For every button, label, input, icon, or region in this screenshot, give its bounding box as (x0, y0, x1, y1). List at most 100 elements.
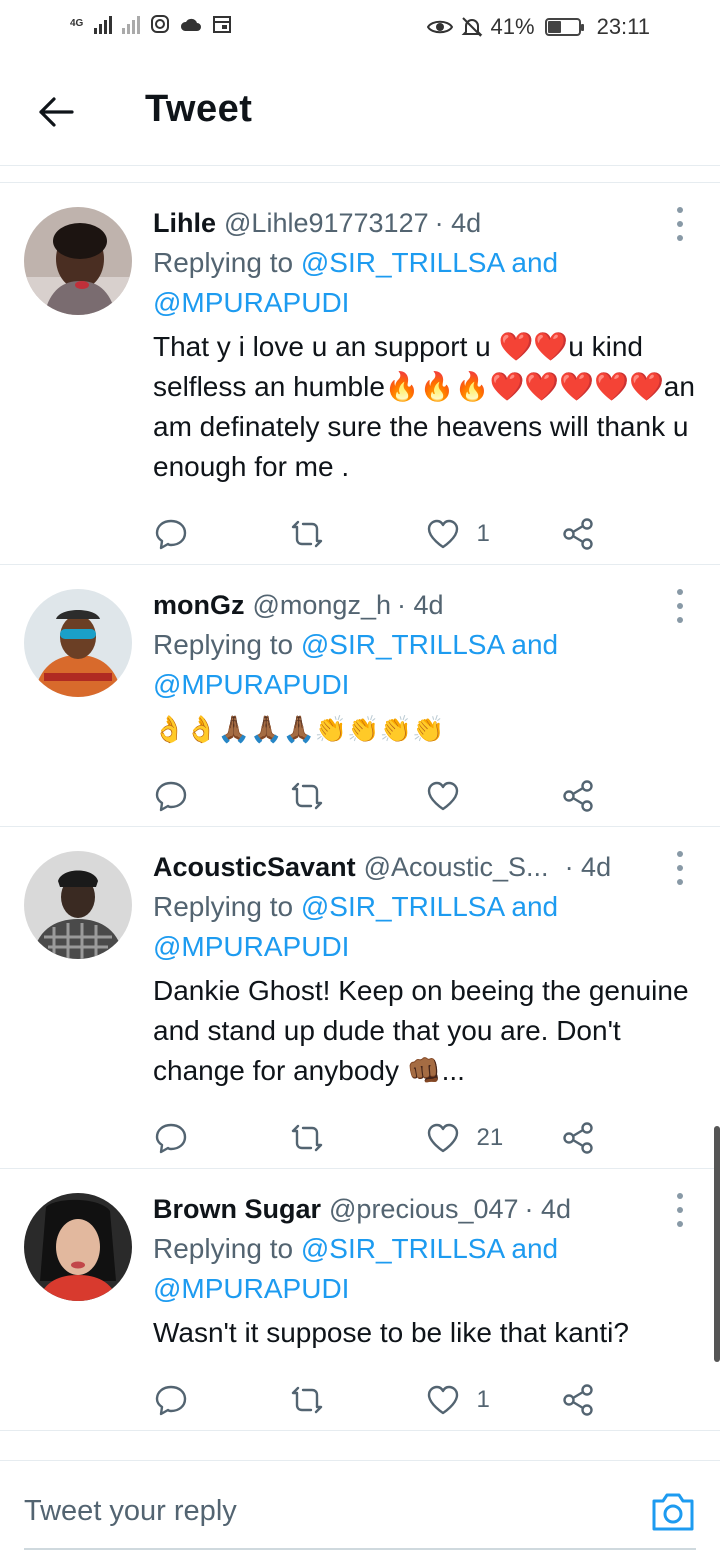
share-icon (563, 1122, 593, 1154)
heart-icon (427, 781, 458, 811)
timestamp: · 4d (434, 208, 482, 238)
clock: 23:11 (596, 14, 650, 39)
comment-icon (155, 1385, 187, 1416)
comment-icon (155, 1123, 187, 1154)
tweet[interactable]: Lihle @Lihle91773127 · 4d Replying to @S… (0, 183, 720, 565)
timestamp: · 4d (524, 1194, 572, 1224)
display-name[interactable]: monGz (153, 585, 245, 625)
tweet-text: 👌👌🙏🏾🙏🏾🙏🏾👏👏👏👏 (153, 714, 445, 744)
replying-to: Replying to @SIR_TRILLSA and @MPURAPUDI (153, 629, 559, 700)
tweet-header: AcousticSavant @Acoustic_S... · 4d (153, 847, 635, 887)
reply-input[interactable] (24, 1461, 624, 1560)
heart-icon (427, 1123, 458, 1153)
scrollbar[interactable] (714, 1126, 720, 1362)
tweet-text: Dankie Ghost! Keep on beeing the genuine… (153, 975, 689, 1086)
tweet-text: That y i love u an support u ❤️❤️u kind … (153, 331, 695, 482)
mention-link[interactable]: @MPURAPUDI (153, 669, 349, 700)
like-count: 1 (476, 520, 490, 547)
username[interactable]: @Acoustic_S... (364, 847, 549, 887)
camera-icon (652, 1493, 694, 1531)
reply-composer (0, 1460, 720, 1560)
tweet-actions (153, 755, 696, 837)
username[interactable]: @mongz_h (253, 585, 391, 625)
reply-button[interactable] (153, 516, 289, 552)
like-button[interactable]: 21 (425, 1120, 561, 1156)
share-icon (563, 1384, 593, 1416)
more-vertical-icon[interactable] (670, 207, 690, 241)
share-button[interactable] (560, 1382, 696, 1418)
avatar[interactable] (24, 1193, 132, 1301)
like-count: 21 (476, 1124, 504, 1151)
battery-percent: 41% (490, 14, 535, 39)
avatar[interactable] (24, 589, 132, 697)
share-button[interactable] (560, 516, 696, 552)
tweet-actions: 1 (153, 1359, 696, 1441)
mute-bell-icon (461, 17, 482, 37)
tweet[interactable]: monGz @mongz_h · 4d Replying to @SIR_TRI… (0, 565, 720, 827)
retweet-icon (291, 1124, 322, 1152)
instagram-icon (151, 15, 170, 33)
like-button[interactable]: 1 (425, 1382, 561, 1418)
arrow-left-icon (39, 97, 74, 127)
reply-button[interactable] (153, 1120, 289, 1156)
tweet[interactable]: AcousticSavant @Acoustic_S... · 4d Reply… (0, 827, 720, 1169)
retweet-icon (291, 520, 322, 548)
mention-link[interactable]: @SIR_TRILLSA (301, 1233, 504, 1264)
retweet-button[interactable] (289, 778, 425, 814)
display-name[interactable]: AcousticSavant (153, 847, 356, 887)
tweet-actions: 1 (153, 493, 696, 575)
mention-link[interactable]: @SIR_TRILLSA (301, 629, 504, 660)
mention-link[interactable]: @MPURAPUDI (153, 931, 349, 962)
avatar[interactable] (24, 851, 132, 959)
status-right: 41% 23:11 (426, 14, 650, 40)
signal-icon-sim2 (122, 14, 141, 34)
retweet-icon (291, 1386, 322, 1414)
display-name[interactable]: Brown Sugar (153, 1189, 321, 1229)
retweet-icon (291, 782, 322, 810)
share-button[interactable] (560, 1120, 696, 1156)
tweet-header: Brown Sugar @precious_047 · 4d (153, 1189, 696, 1229)
more-vertical-icon[interactable] (670, 851, 690, 885)
share-icon (563, 518, 593, 550)
like-button[interactable]: 1 (425, 516, 561, 552)
heart-icon (427, 1385, 458, 1415)
back-button[interactable] (34, 90, 78, 134)
replying-to: Replying to @SIR_TRILLSA and @MPURAPUDI (153, 1233, 559, 1304)
tweet-actions: 21 (153, 1097, 696, 1179)
mention-link[interactable]: @MPURAPUDI (153, 287, 349, 318)
like-button[interactable] (425, 778, 561, 814)
replying-to: Replying to @SIR_TRILLSA and @MPURAPUDI (153, 247, 559, 318)
network-type: 4G (70, 18, 84, 29)
mention-link[interactable]: @SIR_TRILLSA (301, 247, 504, 278)
status-bar: 4G 41% 23:11 (0, 0, 720, 56)
mention-link[interactable]: @SIR_TRILLSA (301, 891, 504, 922)
signal-icon (94, 14, 113, 34)
mention-link[interactable]: @MPURAPUDI (153, 1273, 349, 1304)
timestamp: · 4d (564, 852, 612, 882)
display-name[interactable]: Lihle (153, 203, 216, 243)
username[interactable]: @precious_047 (329, 1189, 519, 1229)
avatar[interactable] (24, 207, 132, 315)
more-vertical-icon[interactable] (670, 1193, 690, 1227)
more-vertical-icon[interactable] (670, 589, 690, 623)
cloud-icon (181, 18, 202, 31)
eye-icon (426, 20, 453, 34)
username[interactable]: @Lihle91773127 (224, 203, 429, 243)
share-button[interactable] (560, 778, 696, 814)
retweet-button[interactable] (289, 1382, 425, 1418)
page-title: Tweet (145, 88, 253, 130)
replying-to: Replying to @SIR_TRILLSA and @MPURAPUDI (153, 891, 559, 962)
tweet-header: monGz @mongz_h · 4d (153, 585, 696, 625)
comment-icon (155, 781, 187, 812)
like-count: 1 (476, 1386, 490, 1413)
battery-icon (544, 18, 584, 36)
tweet[interactable]: Brown Sugar @precious_047 · 4d Replying … (0, 1169, 720, 1431)
reply-list: Lihle @Lihle91773127 · 4d Replying to @S… (0, 182, 720, 1431)
tweet-header: Lihle @Lihle91773127 · 4d (153, 203, 696, 243)
reply-button[interactable] (153, 778, 289, 814)
reply-button[interactable] (153, 1382, 289, 1418)
retweet-button[interactable] (289, 516, 425, 552)
heart-icon (427, 519, 458, 549)
retweet-button[interactable] (289, 1120, 425, 1156)
camera-button[interactable] (650, 1489, 696, 1533)
